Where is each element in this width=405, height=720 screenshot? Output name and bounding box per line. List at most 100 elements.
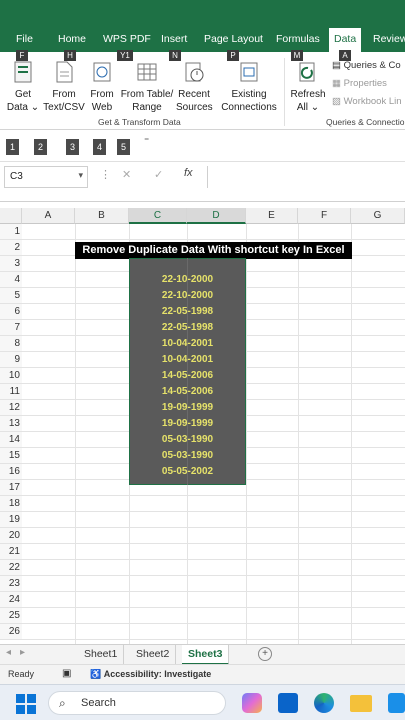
row-header-12[interactable]: 12	[0, 400, 22, 416]
row-header-5[interactable]: 5	[0, 288, 22, 304]
row-header-3[interactable]: 3	[0, 256, 22, 272]
qat-item-4[interactable]: 4	[93, 139, 106, 155]
row-header-11[interactable]: 11	[0, 384, 22, 400]
column-header-b[interactable]: B	[75, 208, 129, 224]
row-header-23[interactable]: 23	[0, 576, 22, 592]
keytip-file: F	[16, 50, 28, 61]
get-data-button[interactable]: Get Data ⌄	[6, 60, 40, 114]
add-sheet-button[interactable]: +	[258, 647, 272, 661]
scroll-right-icon[interactable]: ▸	[20, 647, 25, 658]
column-header-g[interactable]: G	[351, 208, 405, 224]
row-header-8[interactable]: 8	[0, 336, 22, 352]
row-header-17[interactable]: 17	[0, 480, 22, 496]
date-cell[interactable]: 14-05-2006	[129, 384, 246, 400]
worksheet-grid[interactable]: A B C D E F G 1 2 3 4 5 6 7 8 9 10 11 12 13 14 15 16 17 1…	[0, 208, 405, 644]
from-text-csv-button[interactable]: From Text/CSV	[42, 60, 86, 114]
tab-home[interactable]: Home	[58, 33, 86, 45]
file-explorer-icon[interactable]	[350, 695, 372, 712]
from-table-range-button[interactable]: From Table/ Range	[118, 60, 176, 114]
date-cell[interactable]: 22-05-1998	[129, 304, 246, 320]
customize-qat-icon[interactable]: ⁼	[144, 136, 149, 147]
from-web-button[interactable]: From Web	[88, 60, 116, 114]
row-header-22[interactable]: 22	[0, 560, 22, 576]
column-header-d[interactable]: D	[187, 208, 246, 224]
workbook-links-button[interactable]: ▧ Workbook Lin	[332, 96, 402, 107]
sheet-tab-2[interactable]: Sheet2	[130, 645, 177, 665]
row-header-7[interactable]: 7	[0, 320, 22, 336]
name-box-dropdown-icon[interactable]: ▾	[78, 170, 83, 181]
column-header-e[interactable]: E	[246, 208, 298, 224]
tab-file[interactable]: File	[16, 33, 33, 45]
windows-start-icon[interactable]	[16, 694, 36, 714]
scroll-left-icon[interactable]: ◂	[6, 647, 11, 658]
refresh-all-button[interactable]: Refresh All ⌄	[288, 60, 328, 114]
row-header-24[interactable]: 24	[0, 592, 22, 608]
date-cell[interactable]: 14-05-2006	[129, 368, 246, 384]
enter-icon[interactable]: ✓	[154, 168, 163, 181]
sheet-title-cell[interactable]: Remove Duplicate Data With shortcut key …	[75, 242, 352, 259]
date-cell[interactable]: 22-10-2000	[129, 288, 246, 304]
date-cell[interactable]: 22-05-1998	[129, 320, 246, 336]
properties-button[interactable]: ▦ Properties	[332, 78, 387, 89]
taskbar-search[interactable]: ⌕ Search	[48, 691, 226, 715]
tab-insert[interactable]: Insert	[161, 33, 187, 45]
row-header-25[interactable]: 25	[0, 608, 22, 624]
row-header-1[interactable]: 1	[0, 224, 22, 240]
date-cell[interactable]: 10-04-2001	[129, 336, 246, 352]
existing-connections-button[interactable]: Existing Connections	[218, 60, 280, 114]
row-header-19[interactable]: 19	[0, 512, 22, 528]
row-header-16[interactable]: 16	[0, 464, 22, 480]
row-header-6[interactable]: 6	[0, 304, 22, 320]
accessibility-label: Accessibility: Investigate	[103, 669, 212, 679]
select-all-corner[interactable]	[0, 208, 22, 224]
insert-function-icon[interactable]: fx	[184, 167, 193, 179]
date-cell[interactable]: 05-03-1990	[129, 432, 246, 448]
row-header-20[interactable]: 20	[0, 528, 22, 544]
qat-item-1[interactable]: 1	[6, 139, 19, 155]
sheet-tab-3[interactable]: Sheet3	[182, 645, 230, 665]
from-table-label-1: From Table/	[120, 89, 174, 100]
row-header-13[interactable]: 13	[0, 416, 22, 432]
gridline	[22, 527, 405, 528]
accessibility-status[interactable]: ♿ Accessibility: Investigate	[90, 669, 211, 680]
row-header-21[interactable]: 21	[0, 544, 22, 560]
macro-record-icon[interactable]: ▣	[62, 668, 71, 679]
row-header-14[interactable]: 14	[0, 432, 22, 448]
tab-wps-pdf[interactable]: WPS PDF	[103, 33, 151, 45]
queries-connections-button[interactable]: ▤ Queries & Co	[332, 60, 401, 71]
row-header-15[interactable]: 15	[0, 448, 22, 464]
tab-formulas[interactable]: Formulas	[276, 33, 320, 45]
copilot-icon[interactable]	[242, 693, 262, 713]
tab-data[interactable]: Data	[329, 28, 362, 52]
date-cell[interactable]: 19-09-1999	[129, 416, 246, 432]
column-header-f[interactable]: F	[298, 208, 351, 224]
row-header-9[interactable]: 9	[0, 352, 22, 368]
row-header-18[interactable]: 18	[0, 496, 22, 512]
date-cell[interactable]: 05-03-1990	[129, 448, 246, 464]
qat-item-2[interactable]: 2	[34, 139, 47, 155]
column-header-a[interactable]: A	[22, 208, 75, 224]
edge-icon[interactable]	[314, 693, 334, 713]
outlook-icon[interactable]	[278, 693, 298, 713]
date-cell[interactable]: 19-09-1999	[129, 400, 246, 416]
tab-review[interactable]: Review	[373, 33, 405, 45]
date-cell[interactable]: 05-05-2002	[129, 464, 246, 480]
tab-page-layout[interactable]: Page Layout	[204, 33, 263, 45]
date-cell[interactable]: 10-04-2001	[129, 352, 246, 368]
recent-sources-button[interactable]: Recent Sources	[176, 60, 213, 114]
store-icon[interactable]	[388, 693, 405, 713]
name-box[interactable]: C3 ▾	[4, 166, 88, 188]
cancel-icon[interactable]: ✕	[122, 168, 131, 181]
row-header-26[interactable]: 26	[0, 624, 22, 640]
row-header-4[interactable]: 4	[0, 272, 22, 288]
column-header-c[interactable]: C	[129, 208, 187, 224]
date-cell[interactable]: 22-10-2000	[129, 272, 246, 288]
qat-item-5[interactable]: 5	[117, 139, 130, 155]
row-header-10[interactable]: 10	[0, 368, 22, 384]
sheet-tab-1[interactable]: Sheet1	[78, 645, 125, 665]
formula-input[interactable]	[207, 166, 405, 188]
qat-item-3[interactable]: 3	[66, 139, 79, 155]
row-header-2[interactable]: 2	[0, 240, 22, 256]
formula-bar-menu-icon[interactable]: ⋮	[100, 168, 111, 181]
group-get-transform-label: Get & Transform Data	[98, 117, 181, 127]
